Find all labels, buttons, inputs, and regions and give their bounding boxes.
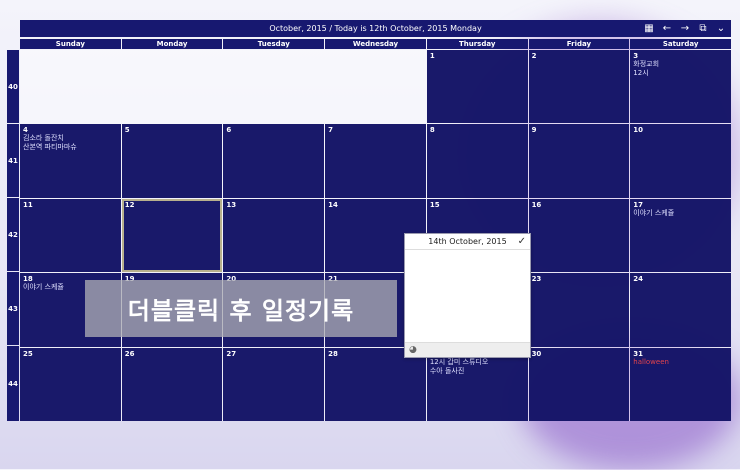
weekday-label: Thursday — [426, 39, 528, 49]
day-cell[interactable]: 2 — [528, 50, 630, 124]
arrow-right-icon[interactable]: → — [679, 23, 691, 35]
day-cell[interactable]: 7 — [325, 124, 426, 198]
event-text[interactable]: halloween — [633, 358, 728, 367]
day-cell[interactable]: 13 — [223, 198, 325, 273]
day-cell[interactable]: 9 — [528, 124, 630, 198]
day-cell[interactable]: 30 — [528, 347, 630, 421]
day-number: 24 — [633, 275, 644, 284]
week-number: 43 — [7, 272, 19, 345]
week-number: 41 — [7, 124, 19, 197]
day-number: 15 — [429, 200, 440, 209]
day-number: 5 — [124, 126, 130, 135]
window-icon[interactable]: ⧉ — [697, 23, 709, 35]
empty-day-cell — [223, 50, 325, 124]
event-popup: 14th October, 2015 ✓ ◕ — [404, 233, 531, 358]
event-text[interactable]: 12시 갑미 스튜디오 — [430, 358, 525, 367]
day-cell[interactable]: 6 — [223, 124, 325, 198]
arrow-left-icon[interactable]: ← — [661, 23, 673, 35]
event-text[interactable]: 수아 돌사진 — [430, 367, 525, 376]
empty-day-cell — [325, 50, 426, 124]
week-number: 40 — [7, 50, 19, 123]
day-cell[interactable]: 8 — [426, 124, 528, 198]
day-cell[interactable]: 3 화정교회 12시 — [630, 50, 731, 124]
palette-icon[interactable]: ◕ — [409, 345, 417, 355]
day-cell[interactable]: 10 — [630, 124, 731, 198]
day-number: 8 — [429, 126, 435, 135]
day-number: 31 — [633, 349, 644, 358]
empty-day-cell — [20, 50, 121, 124]
day-cell[interactable]: 16 — [528, 198, 630, 273]
weekday-label: Tuesday — [223, 39, 325, 49]
day-number: 10 — [633, 126, 644, 135]
day-cell[interactable]: 31 halloween — [630, 347, 731, 421]
day-number: 9 — [531, 126, 537, 135]
day-number: 16 — [531, 200, 542, 209]
day-cell[interactable]: 23 — [528, 273, 630, 347]
day-number: 1 — [429, 52, 435, 60]
day-cell[interactable]: 17 이야기 스케쥴 — [630, 198, 731, 273]
header-tools: ▦ ← → ⧉ ⌄ — [643, 20, 727, 37]
day-number: 26 — [124, 349, 135, 358]
day-cell[interactable]: 2912시 갑미 스튜디오수아 돌사진 — [426, 347, 528, 421]
day-number: 11 — [23, 200, 33, 209]
event-text[interactable]: 이야기 스케쥴 — [633, 209, 728, 218]
calendar: October, 2015 / Today is 12th October, 2… — [7, 20, 731, 421]
weekday-header: Sunday Monday Tuesday Wednesday Thursday… — [20, 39, 731, 49]
day-number: 2 — [531, 52, 537, 60]
month-grid: 1 2 3 화정교회 12시 4 김소라 돌잔치 산본역 파티마마슈 5 6 7 8 9 10 11 12 13… — [20, 50, 731, 421]
weekday-label: Friday — [528, 39, 630, 49]
popup-footer: ◕ — [405, 342, 530, 357]
day-number: 6 — [226, 126, 232, 135]
day-number: 30 — [531, 349, 542, 358]
calendar-icon[interactable]: ▦ — [643, 23, 655, 35]
day-number: 3 — [633, 52, 639, 60]
weekday-label: Saturday — [630, 39, 731, 49]
week-numbers: 40 41 42 43 44 — [7, 50, 20, 421]
calendar-header: October, 2015 / Today is 12th October, 2… — [20, 20, 731, 37]
event-text[interactable]: 화정교회 — [633, 60, 728, 69]
day-number: 14 — [328, 200, 338, 209]
day-number: 17 — [633, 200, 644, 209]
calendar-title: October, 2015 / Today is 12th October, 2… — [269, 24, 482, 33]
event-text-input[interactable] — [408, 252, 529, 338]
hint-overlay: 더블클릭 후 일정기록 — [85, 280, 397, 337]
day-number: 23 — [531, 275, 542, 284]
day-cell[interactable]: 28 — [325, 347, 426, 421]
weekday-label: Monday — [121, 39, 223, 49]
weekday-label: Wednesday — [325, 39, 426, 49]
event-text[interactable]: 산본역 파티마마슈 — [23, 143, 118, 152]
empty-day-cell — [121, 50, 223, 124]
day-cell[interactable]: 5 — [121, 124, 223, 198]
day-cell[interactable]: 24 — [630, 273, 731, 347]
week-number: 42 — [7, 198, 19, 271]
event-text[interactable]: 12시 — [633, 69, 728, 78]
day-cell[interactable]: 12 — [121, 198, 223, 273]
day-cell[interactable]: 26 — [121, 347, 223, 421]
week-number: 44 — [7, 346, 19, 421]
day-number: 7 — [328, 126, 334, 135]
day-number: 25 — [23, 349, 33, 358]
day-number: 13 — [226, 200, 237, 209]
day-cell[interactable]: 27 — [223, 347, 325, 421]
check-icon[interactable]: ✓ — [518, 236, 526, 247]
day-cell[interactable]: 11 — [20, 198, 121, 273]
day-cell[interactable]: 25 — [20, 347, 121, 421]
day-number: 12 — [124, 200, 135, 209]
day-number: 27 — [226, 349, 237, 358]
day-cell[interactable]: 1 — [426, 50, 528, 124]
popup-title: 14th October, 2015 — [405, 234, 530, 250]
day-cell[interactable]: 4 김소라 돌잔치 산본역 파티마마슈 — [20, 124, 121, 198]
chevron-down-icon[interactable]: ⌄ — [715, 23, 727, 35]
weekday-label: Sunday — [20, 39, 121, 49]
